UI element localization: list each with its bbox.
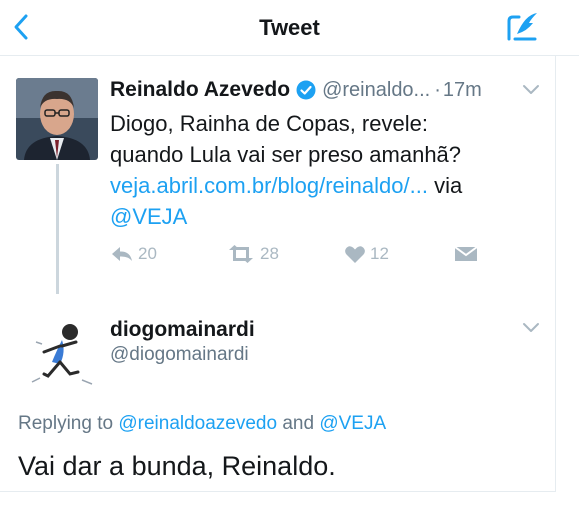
replying-mention-link[interactable]: @VEJA	[319, 413, 386, 434]
avatar-reinaldo[interactable]	[16, 78, 98, 160]
time-separator: ·	[434, 78, 441, 101]
author-name[interactable]: Reinaldo Azevedo	[110, 78, 290, 102]
tweet-time[interactable]: 17m	[443, 79, 482, 102]
reply-icon	[112, 247, 132, 261]
chevron-down-icon[interactable]	[522, 322, 540, 334]
tweet-text-line: quando Lula vai ser preso amanhã?	[110, 142, 462, 167]
chevron-down-icon[interactable]	[522, 84, 540, 96]
reply-count: 20	[138, 244, 157, 263]
via-word: via	[434, 173, 463, 198]
replying-and: and	[282, 413, 315, 434]
direct-message-button[interactable]	[454, 241, 478, 267]
like-button[interactable]: 12	[344, 241, 389, 267]
verified-badge-icon	[296, 80, 316, 100]
page-title: Tweet	[259, 15, 320, 40]
reply-button[interactable]: 20	[110, 241, 157, 267]
reply-author-handle[interactable]: @diogomainardi	[110, 344, 249, 366]
replying-to: Replying to @reinaldoazevedo and @VEJA	[18, 413, 386, 435]
tweet-header: Reinaldo Azevedo @reinaldo... · 17m	[110, 77, 482, 103]
envelope-icon	[454, 246, 478, 261]
compose-tweet-icon	[507, 13, 537, 41]
reply-author-name[interactable]: diogomainardi	[110, 318, 255, 342]
avatar-diogomainardi[interactable]	[22, 312, 102, 392]
tweet-text: Diogo, Rainha de Copas, revele: quando L…	[110, 108, 550, 232]
retweet-icon	[229, 245, 253, 263]
retweet-count: 28	[260, 244, 279, 263]
via-mention-link[interactable]: @VEJA	[110, 204, 187, 229]
retweet-button[interactable]: 28	[226, 241, 279, 267]
author-handle[interactable]: @reinaldo...	[322, 79, 430, 102]
heart-icon	[345, 246, 365, 263]
thread-connector-line	[56, 164, 59, 294]
tweet-text-line: Diogo, Rainha de Copas, revele:	[110, 111, 428, 136]
profile-photo	[16, 78, 98, 160]
replying-prefix: Replying to	[18, 413, 114, 434]
tweet-actions: 20 28 12	[110, 241, 530, 267]
cartoon-avatar	[22, 312, 102, 392]
tweet-link[interactable]: veja.abril.com.br/blog/reinaldo/...	[110, 173, 428, 198]
like-count: 12	[370, 244, 389, 263]
reply-tweet-text: Vai dar a bunda, Reinaldo.	[18, 451, 336, 481]
replying-mention-link[interactable]: @reinaldoazevedo	[118, 413, 277, 434]
navigation-bar: Tweet	[0, 0, 579, 56]
compose-tweet-button[interactable]	[505, 9, 541, 45]
